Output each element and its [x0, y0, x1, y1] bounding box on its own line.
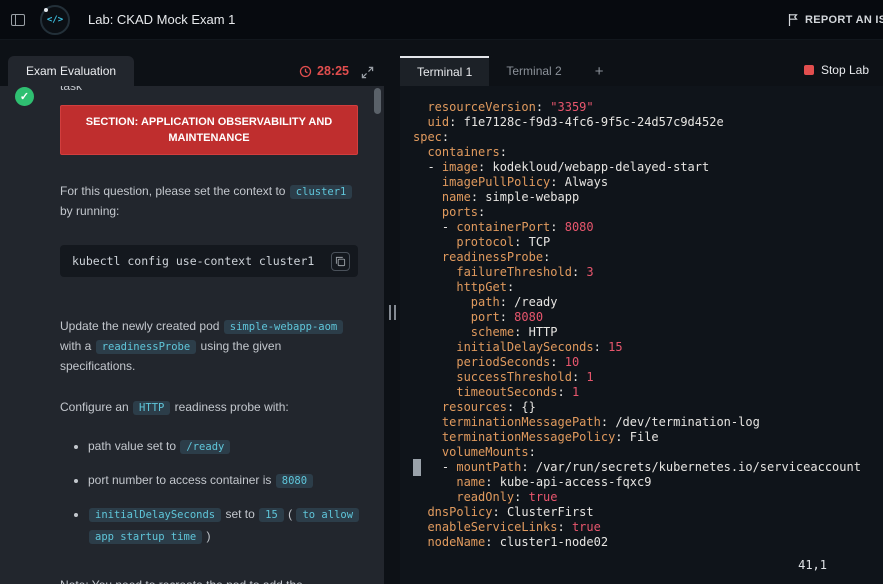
terminal-line: terminationMessagePath: /dev/termination…: [413, 415, 883, 430]
sidebar-toggle-button[interactable]: [10, 12, 26, 28]
terminal-line: readinessProbe:: [413, 250, 883, 265]
flag-icon: [787, 13, 799, 27]
terminal-line: name: kube-api-access-fqxc9: [413, 475, 883, 490]
question-content[interactable]: task ✓ SECTION: APPLICATION OBSERVABILIT…: [0, 86, 384, 584]
bullet1-text: path value set to: [88, 439, 179, 453]
terminal-line: readOnly: true: [413, 490, 883, 505]
terminal-line: volumeMounts:: [413, 445, 883, 460]
inline-code-http: HTTP: [133, 401, 170, 415]
inline-code-cluster1: cluster1: [290, 185, 353, 199]
terminal-line: - mountPath: /var/run/secrets/kubernetes…: [413, 460, 883, 475]
list-item-path: path value set to /ready: [88, 436, 358, 458]
terminal-line: httpGet:: [413, 280, 883, 295]
tab-terminal-1[interactable]: Terminal 1: [400, 56, 489, 86]
configure-instruction: Configure an HTTP readiness probe with:: [60, 398, 358, 418]
terminal-output: resourceVersion: "3359" uid: f1e7128c-f9…: [400, 86, 883, 550]
terminal-line: failureThreshold: 3: [413, 265, 883, 280]
report-issue-label: REPORT AN ISSUE: [805, 14, 883, 26]
topbar: </> Lab: CKAD Mock Exam 1 REPORT AN ISSU…: [0, 0, 883, 40]
terminal-line: resourceVersion: "3359": [413, 100, 883, 115]
update-text-2: with a: [60, 339, 95, 353]
terminal-header: Terminal 1 Terminal 2 + Stop Lab: [400, 40, 883, 86]
terminal-line: port: 8080: [413, 310, 883, 325]
exam-panel-header: Exam Evaluation 28:25: [0, 40, 384, 86]
sidebar-toggle-icon: [10, 12, 26, 28]
copy-icon: [335, 256, 346, 267]
tab-terminal-2[interactable]: Terminal 2: [489, 56, 578, 86]
terminal-line: periodSeconds: 10: [413, 355, 883, 370]
terminal-line: ports:: [413, 205, 883, 220]
note-text: Note: You need to recreate the pod to ad…: [60, 576, 358, 584]
inline-code-readinessprobe: readinessProbe: [96, 340, 197, 354]
terminal-line: timeoutSeconds: 1: [413, 385, 883, 400]
inline-code-15: 15: [259, 508, 284, 522]
timer-value: 28:25: [317, 64, 349, 78]
configure-text-1: Configure an: [60, 400, 132, 414]
lab-title: Lab: CKAD Mock Exam 1: [88, 12, 235, 27]
list-item-port: port number to access container is 8080: [88, 470, 358, 492]
report-issue-button[interactable]: REPORT AN ISSUE: [787, 0, 883, 40]
configure-text-2: readiness probe with:: [171, 400, 288, 414]
terminal-line: containers:: [413, 145, 883, 160]
panel-divider: [384, 40, 400, 584]
vim-block-cursor: [413, 459, 421, 476]
expand-icon: [361, 66, 374, 79]
tab-exam-evaluation[interactable]: Exam Evaluation: [8, 56, 134, 86]
add-terminal-button[interactable]: +: [579, 56, 620, 86]
exam-panel: Exam Evaluation 28:25 task ✓ SECTION: AP…: [0, 40, 384, 584]
terminal-line: successThreshold: 1: [413, 370, 883, 385]
command-block: kubectl config use-context cluster1: [60, 245, 358, 277]
terminal-line: scheme: HTTP: [413, 325, 883, 340]
terminal-panel: Terminal 1 Terminal 2 + Stop Lab resourc…: [400, 40, 883, 584]
terminal-line: uid: f1e7128c-f9d3-4fc6-9f5c-24d57c9d452…: [413, 115, 883, 130]
screen: </> Lab: CKAD Mock Exam 1 REPORT AN ISSU…: [0, 0, 883, 584]
intro-text: For this question, please set the contex…: [60, 184, 289, 198]
terminal-line: spec:: [413, 130, 883, 145]
terminal-line: initialDelaySeconds: 15: [413, 340, 883, 355]
bullet3-text-3: ): [203, 529, 210, 543]
copy-command-button[interactable]: [331, 252, 350, 271]
terminal-line: nodeName: cluster1-node02: [413, 535, 883, 550]
terminal-line: name: simple-webapp: [413, 190, 883, 205]
terminal-line: - containerPort: 8080: [413, 220, 883, 235]
command-text: kubectl config use-context cluster1: [72, 254, 331, 268]
stop-lab-button[interactable]: Stop Lab: [804, 63, 883, 86]
bullet3-text-2: (: [285, 507, 296, 521]
probe-spec-list: path value set to /ready port number to …: [60, 436, 358, 548]
inline-code-port: 8080: [276, 474, 313, 488]
update-instruction: Update the newly created pod simple-weba…: [60, 317, 358, 376]
terminal-line: resources: {}: [413, 400, 883, 415]
terminal-line: - image: kodekloud/webapp-delayed-start: [413, 160, 883, 175]
terminal-line: protocol: TCP: [413, 235, 883, 250]
list-item-initial-delay: initialDelaySeconds set to 15 ( to allow…: [88, 504, 358, 548]
clipped-previous-text: task: [60, 86, 82, 93]
intro-text-2: by running:: [60, 204, 119, 218]
terminal-line: imagePullPolicy: Always: [413, 175, 883, 190]
exam-timer: 28:25: [299, 64, 349, 86]
kodekloud-logo-icon: </>: [40, 5, 70, 35]
inline-code-initialdelayseconds: initialDelaySeconds: [89, 508, 221, 522]
question-complete-badge: ✓: [15, 87, 34, 106]
inline-code-ready-path: /ready: [180, 440, 230, 454]
terminal-line: enableServiceLinks: true: [413, 520, 883, 535]
section-banner: SECTION: APPLICATION OBSERVABILITY AND M…: [60, 105, 358, 155]
scrollbar-thumb[interactable]: [374, 88, 381, 114]
terminal-screen[interactable]: resourceVersion: "3359" uid: f1e7128c-f9…: [400, 86, 883, 584]
stop-icon: [804, 65, 814, 75]
terminal-line: terminationMessagePolicy: File: [413, 430, 883, 445]
stop-lab-label: Stop Lab: [821, 63, 869, 77]
terminal-line: dnsPolicy: ClusterFirst: [413, 505, 883, 520]
bullet2-text: port number to access container is: [88, 473, 275, 487]
update-text-1: Update the newly created pod: [60, 319, 223, 333]
divider-drag-handle[interactable]: [389, 305, 396, 320]
clock-icon: [299, 65, 312, 78]
question-scrollbar: [374, 88, 381, 582]
inline-code-pod-name: simple-webapp-aom: [224, 320, 343, 334]
context-instruction: For this question, please set the contex…: [60, 182, 358, 221]
vim-cursor-position: 41,1: [798, 558, 827, 572]
bullet3-text-1: set to: [222, 507, 258, 521]
terminal-line: path: /ready: [413, 295, 883, 310]
expand-panel-button[interactable]: [361, 66, 374, 79]
